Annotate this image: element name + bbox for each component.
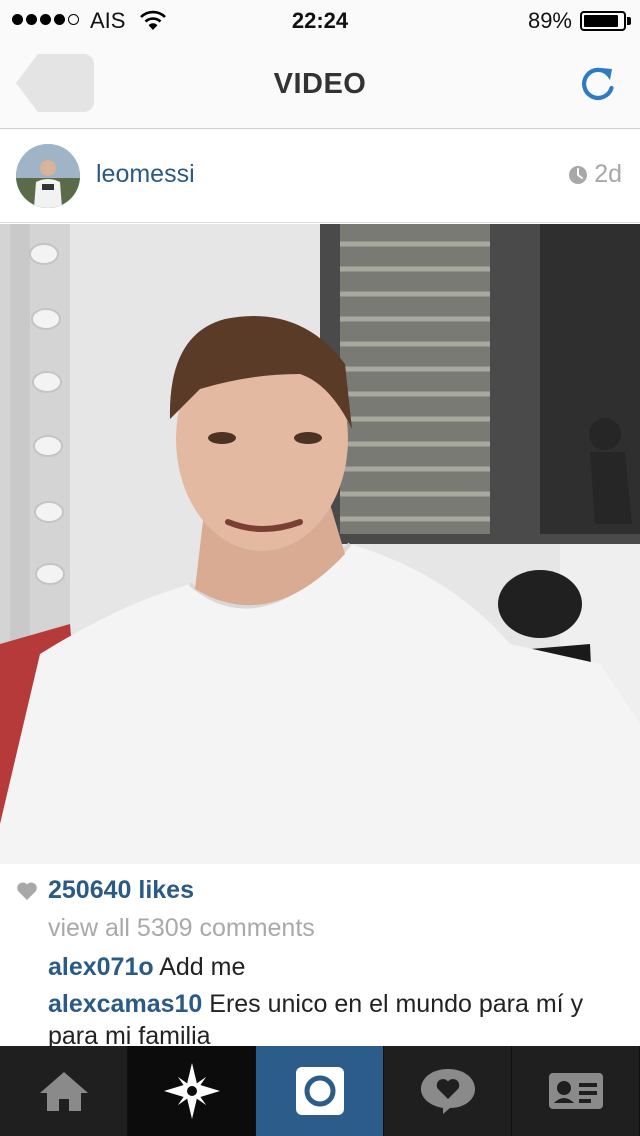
battery-percent: 89% (527, 8, 572, 33)
avatar[interactable] (16, 144, 80, 208)
tab-explore[interactable] (128, 1046, 256, 1136)
username-link[interactable]: leomessi (96, 160, 195, 189)
refresh-icon[interactable] (578, 64, 618, 104)
battery-icon (580, 11, 626, 31)
view-all-comments-link[interactable]: view all 5309 comments (48, 914, 315, 943)
heart-icon (17, 881, 37, 900)
comment-username[interactable]: alexcamas10 (48, 990, 202, 1018)
post-header: leomessi 2d (0, 130, 640, 223)
page-title: VIDEO (273, 68, 367, 100)
time-ago: 2d (594, 160, 622, 188)
comment-text: Add me (159, 953, 246, 981)
activity-icon (420, 1069, 475, 1114)
navigation-bar: VIDEO (0, 40, 640, 129)
status-bar: AIS 22:24 89% (0, 0, 640, 40)
camera-icon (295, 1067, 344, 1115)
tab-bar (0, 1046, 640, 1136)
explore-icon (163, 1063, 220, 1119)
tab-profile[interactable] (512, 1046, 640, 1136)
tab-activity[interactable] (384, 1046, 512, 1136)
clock-icon (569, 165, 588, 184)
tab-home[interactable] (0, 1046, 128, 1136)
likes-count[interactable]: 250640 likes (48, 876, 194, 905)
profile-icon (548, 1073, 603, 1109)
likes-row[interactable]: 250640 likes (16, 876, 194, 905)
comment-username[interactable]: alex071o (48, 953, 154, 981)
video-player[interactable] (0, 224, 640, 864)
comment: alexcamas10 Eres unico en el mundo para … (48, 988, 618, 1052)
post-time: 2d (568, 160, 622, 189)
home-icon (39, 1072, 88, 1111)
video-frame (0, 224, 640, 864)
tab-camera[interactable] (256, 1046, 384, 1136)
comment: alex071o Add me (48, 951, 618, 983)
